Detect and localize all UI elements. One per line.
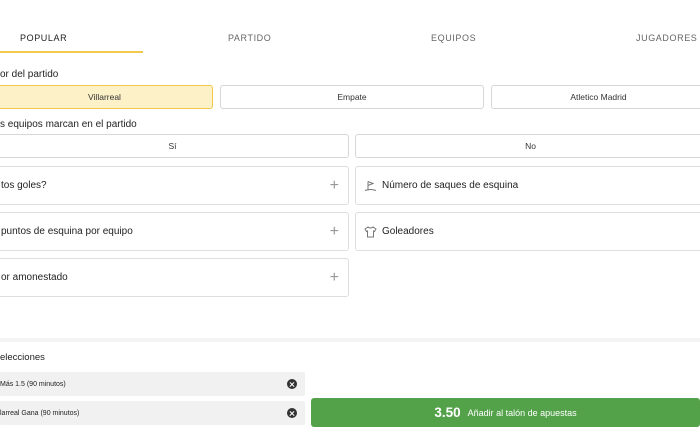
market-corners-per-team[interactable]: puntos de esquina por equipo +: [0, 212, 349, 251]
active-tab-indicator: [0, 51, 143, 53]
both-score-market-title: s equipos marcan en el partido: [0, 119, 137, 130]
market-booked-player-label: or amonestado: [1, 272, 68, 283]
corner-flag-icon: [364, 180, 377, 191]
market-goalscorers-label: Goleadores: [382, 226, 434, 237]
winner-option-away[interactable]: Atletico Madrid: [491, 85, 700, 109]
expand-plus-icon: +: [329, 222, 339, 240]
expand-plus-icon: +: [329, 268, 339, 286]
winner-option-home[interactable]: Villarreal: [0, 85, 213, 109]
market-total-goals[interactable]: tos goles? +: [0, 166, 349, 205]
combined-odds: 3.50: [434, 405, 461, 420]
selection-item: larreal Gana (90 minutos): [0, 401, 305, 425]
selection-item: Más 1.5 (90 minutos): [0, 372, 305, 396]
expand-plus-icon: +: [329, 176, 339, 194]
selection-item-label: larreal Gana (90 minutos): [0, 409, 80, 417]
market-corner-count-label: Número de saques de esquina: [382, 180, 519, 191]
add-to-betslip-button[interactable]: 3.50 Añadir al talón de apuestas: [311, 398, 700, 427]
market-tabs: POPULAR PARTIDO EQUIPOS JUGADORES: [0, 0, 700, 54]
winner-option-draw[interactable]: Empate: [220, 85, 484, 109]
shirt-icon: [364, 225, 377, 237]
section-divider: [0, 338, 700, 342]
winner-option-draw-label: Empate: [337, 92, 367, 102]
both-score-option-yes-label: Sí: [168, 141, 177, 151]
winner-market-title: or del partido: [0, 69, 59, 80]
selections-heading: elecciones: [0, 352, 45, 363]
both-score-option-no-label: No: [525, 141, 536, 151]
market-corner-count[interactable]: Número de saques de esquina: [355, 166, 700, 205]
market-booked-player[interactable]: or amonestado +: [0, 258, 349, 297]
market-corners-per-team-label: puntos de esquina por equipo: [1, 226, 133, 237]
both-score-option-yes[interactable]: Sí: [0, 134, 349, 158]
tab-jugadores[interactable]: JUGADORES: [636, 33, 697, 43]
both-score-option-no[interactable]: No: [355, 134, 700, 158]
tab-partido[interactable]: PARTIDO: [228, 33, 271, 43]
remove-selection-icon[interactable]: [287, 408, 297, 418]
winner-option-away-label: Atletico Madrid: [570, 92, 627, 102]
add-to-betslip-label: Añadir al talón de apuestas: [467, 407, 577, 418]
remove-selection-icon[interactable]: [287, 379, 297, 389]
tab-equipos[interactable]: EQUIPOS: [431, 33, 476, 43]
selection-item-label: Más 1.5 (90 minutos): [0, 380, 66, 388]
market-goalscorers[interactable]: Goleadores: [355, 212, 700, 251]
winner-option-home-label: Villarreal: [88, 92, 121, 102]
tab-popular[interactable]: POPULAR: [20, 33, 67, 43]
market-total-goals-label: tos goles?: [1, 180, 47, 191]
